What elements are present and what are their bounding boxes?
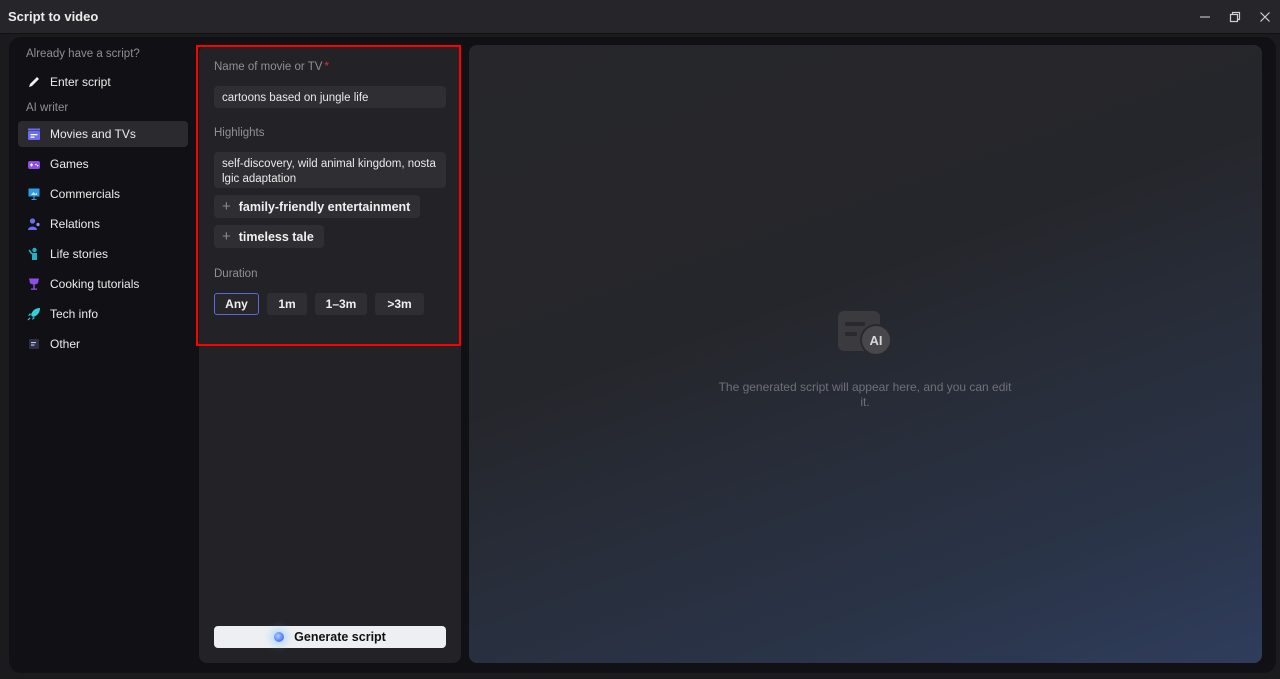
duration-option-any[interactable]: Any [214, 293, 259, 315]
clapperboard-icon [27, 127, 41, 141]
pencil-icon [27, 75, 41, 89]
close-button[interactable] [1250, 0, 1280, 34]
goblet-icon [27, 277, 41, 291]
highlights-label: Highlights [214, 127, 265, 139]
sidebar-item-cooking-tutorials[interactable]: Cooking tutorials [18, 271, 188, 297]
enter-script-label: Enter script [50, 75, 111, 89]
sidebar-item-movies-and-tvs[interactable]: Movies and TVs [18, 121, 188, 147]
minimize-icon [1200, 16, 1210, 18]
sidebar-item-label: Tech info [50, 307, 99, 321]
sidebar-item-tech-info[interactable]: Tech info [18, 301, 188, 327]
window-title: Script to video [8, 9, 99, 24]
required-mark: * [324, 61, 329, 73]
enter-script-button[interactable]: Enter script [9, 69, 197, 95]
preview-placeholder: The generated script will appear here, a… [718, 380, 1012, 409]
name-field-label: Name of movie or TV * [214, 61, 329, 73]
plus-icon: + [222, 228, 231, 245]
duration-options: Any 1m 1–3m >3m [214, 293, 424, 315]
generate-script-button[interactable]: Generate script [214, 626, 446, 648]
suggestion-label: family-friendly entertainment [238, 199, 411, 214]
ai-badge-text: AI [870, 333, 883, 348]
duration-option-1m[interactable]: 1m [267, 293, 307, 315]
script-preview-panel: AI The generated script will appear here… [469, 45, 1262, 663]
billboard-icon [27, 187, 41, 201]
highlights-input[interactable]: self-discovery, wild animal kingdom, nos… [214, 152, 446, 188]
sidebar-item-label: Other [50, 337, 81, 351]
ai-document-icon: AI [838, 311, 892, 356]
sidebar-item-other[interactable]: Other [18, 331, 188, 357]
note-icon [27, 337, 41, 351]
suggestion-chip[interactable]: + timeless tale [214, 225, 324, 248]
name-input[interactable]: cartoons based on jungle life [214, 86, 446, 108]
ai-orb-icon [274, 632, 285, 642]
gamepad-icon [27, 157, 41, 171]
sidebar-item-label: Life stories [50, 247, 109, 261]
duration-label: Duration [214, 268, 258, 280]
minimize-button[interactable] [1190, 0, 1220, 34]
duration-option-1-3m[interactable]: 1–3m [315, 293, 367, 315]
people-icon [27, 217, 41, 231]
section-existing-script: Already have a script? [26, 48, 140, 60]
suggestion-label: timeless tale [238, 229, 314, 244]
restore-button[interactable] [1220, 0, 1250, 34]
window-controls [1190, 0, 1280, 34]
sidebar: Already have a script? Enter script AI w… [9, 37, 197, 673]
sidebar-item-label: Games [50, 157, 89, 171]
sidebar-item-games[interactable]: Games [18, 151, 188, 177]
duration-option-over-3m[interactable]: >3m [375, 293, 424, 315]
suggestion-chip[interactable]: + family-friendly entertainment [214, 195, 421, 218]
name-label-text: Name of movie or TV [214, 61, 323, 73]
sidebar-item-label: Movies and TVs [50, 127, 136, 141]
sidebar-item-commercials[interactable]: Commercials [18, 181, 188, 207]
restore-icon [1229, 11, 1241, 23]
script-form-panel: Name of movie or TV * cartoons based on j… [199, 45, 461, 663]
rocket-icon [27, 307, 41, 321]
title-bar: Script to video [0, 0, 1280, 34]
plus-icon: + [222, 198, 231, 215]
generate-script-label: Generate script [294, 630, 386, 644]
person-waving-icon [27, 247, 41, 261]
sidebar-item-label: Cooking tutorials [50, 277, 140, 291]
sidebar-item-label: Commercials [50, 187, 121, 201]
sidebar-item-life-stories[interactable]: Life stories [18, 241, 188, 267]
sidebar-item-relations[interactable]: Relations [18, 211, 188, 237]
sidebar-item-label: Relations [50, 217, 101, 231]
close-icon [1260, 12, 1270, 22]
section-ai-writer: AI writer [26, 102, 69, 114]
